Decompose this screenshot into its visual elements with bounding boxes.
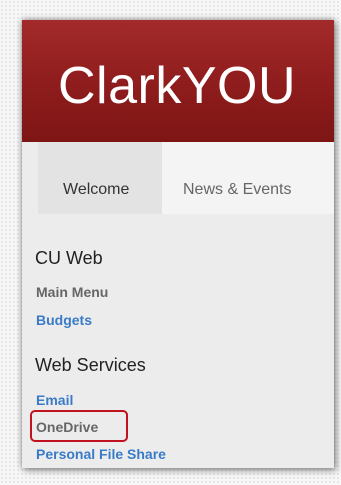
- tab-news-events-label: News & Events: [183, 181, 292, 198]
- tab-bar: Welcome News & Events: [22, 142, 334, 214]
- tab-news-events[interactable]: News & Events: [162, 142, 334, 214]
- onedrive-highlight-box: [30, 410, 128, 442]
- link-main-menu[interactable]: Main Menu: [36, 284, 108, 300]
- header-banner: ClarkYOU: [22, 20, 334, 142]
- section-title-web-services: Web Services: [35, 355, 146, 375]
- section-title-cu-web: CU Web: [35, 248, 103, 268]
- link-personal-file-share[interactable]: Personal File Share: [36, 446, 166, 462]
- brand-logo-text: ClarkYOU: [58, 57, 297, 115]
- link-email[interactable]: Email: [36, 392, 73, 408]
- link-budgets[interactable]: Budgets: [36, 312, 92, 328]
- tab-welcome-label: Welcome: [63, 181, 130, 198]
- clarkyou-portal-panel: ClarkYOU Welcome News & Events CU Web Ma…: [22, 20, 334, 468]
- tab-welcome[interactable]: Welcome: [38, 142, 162, 214]
